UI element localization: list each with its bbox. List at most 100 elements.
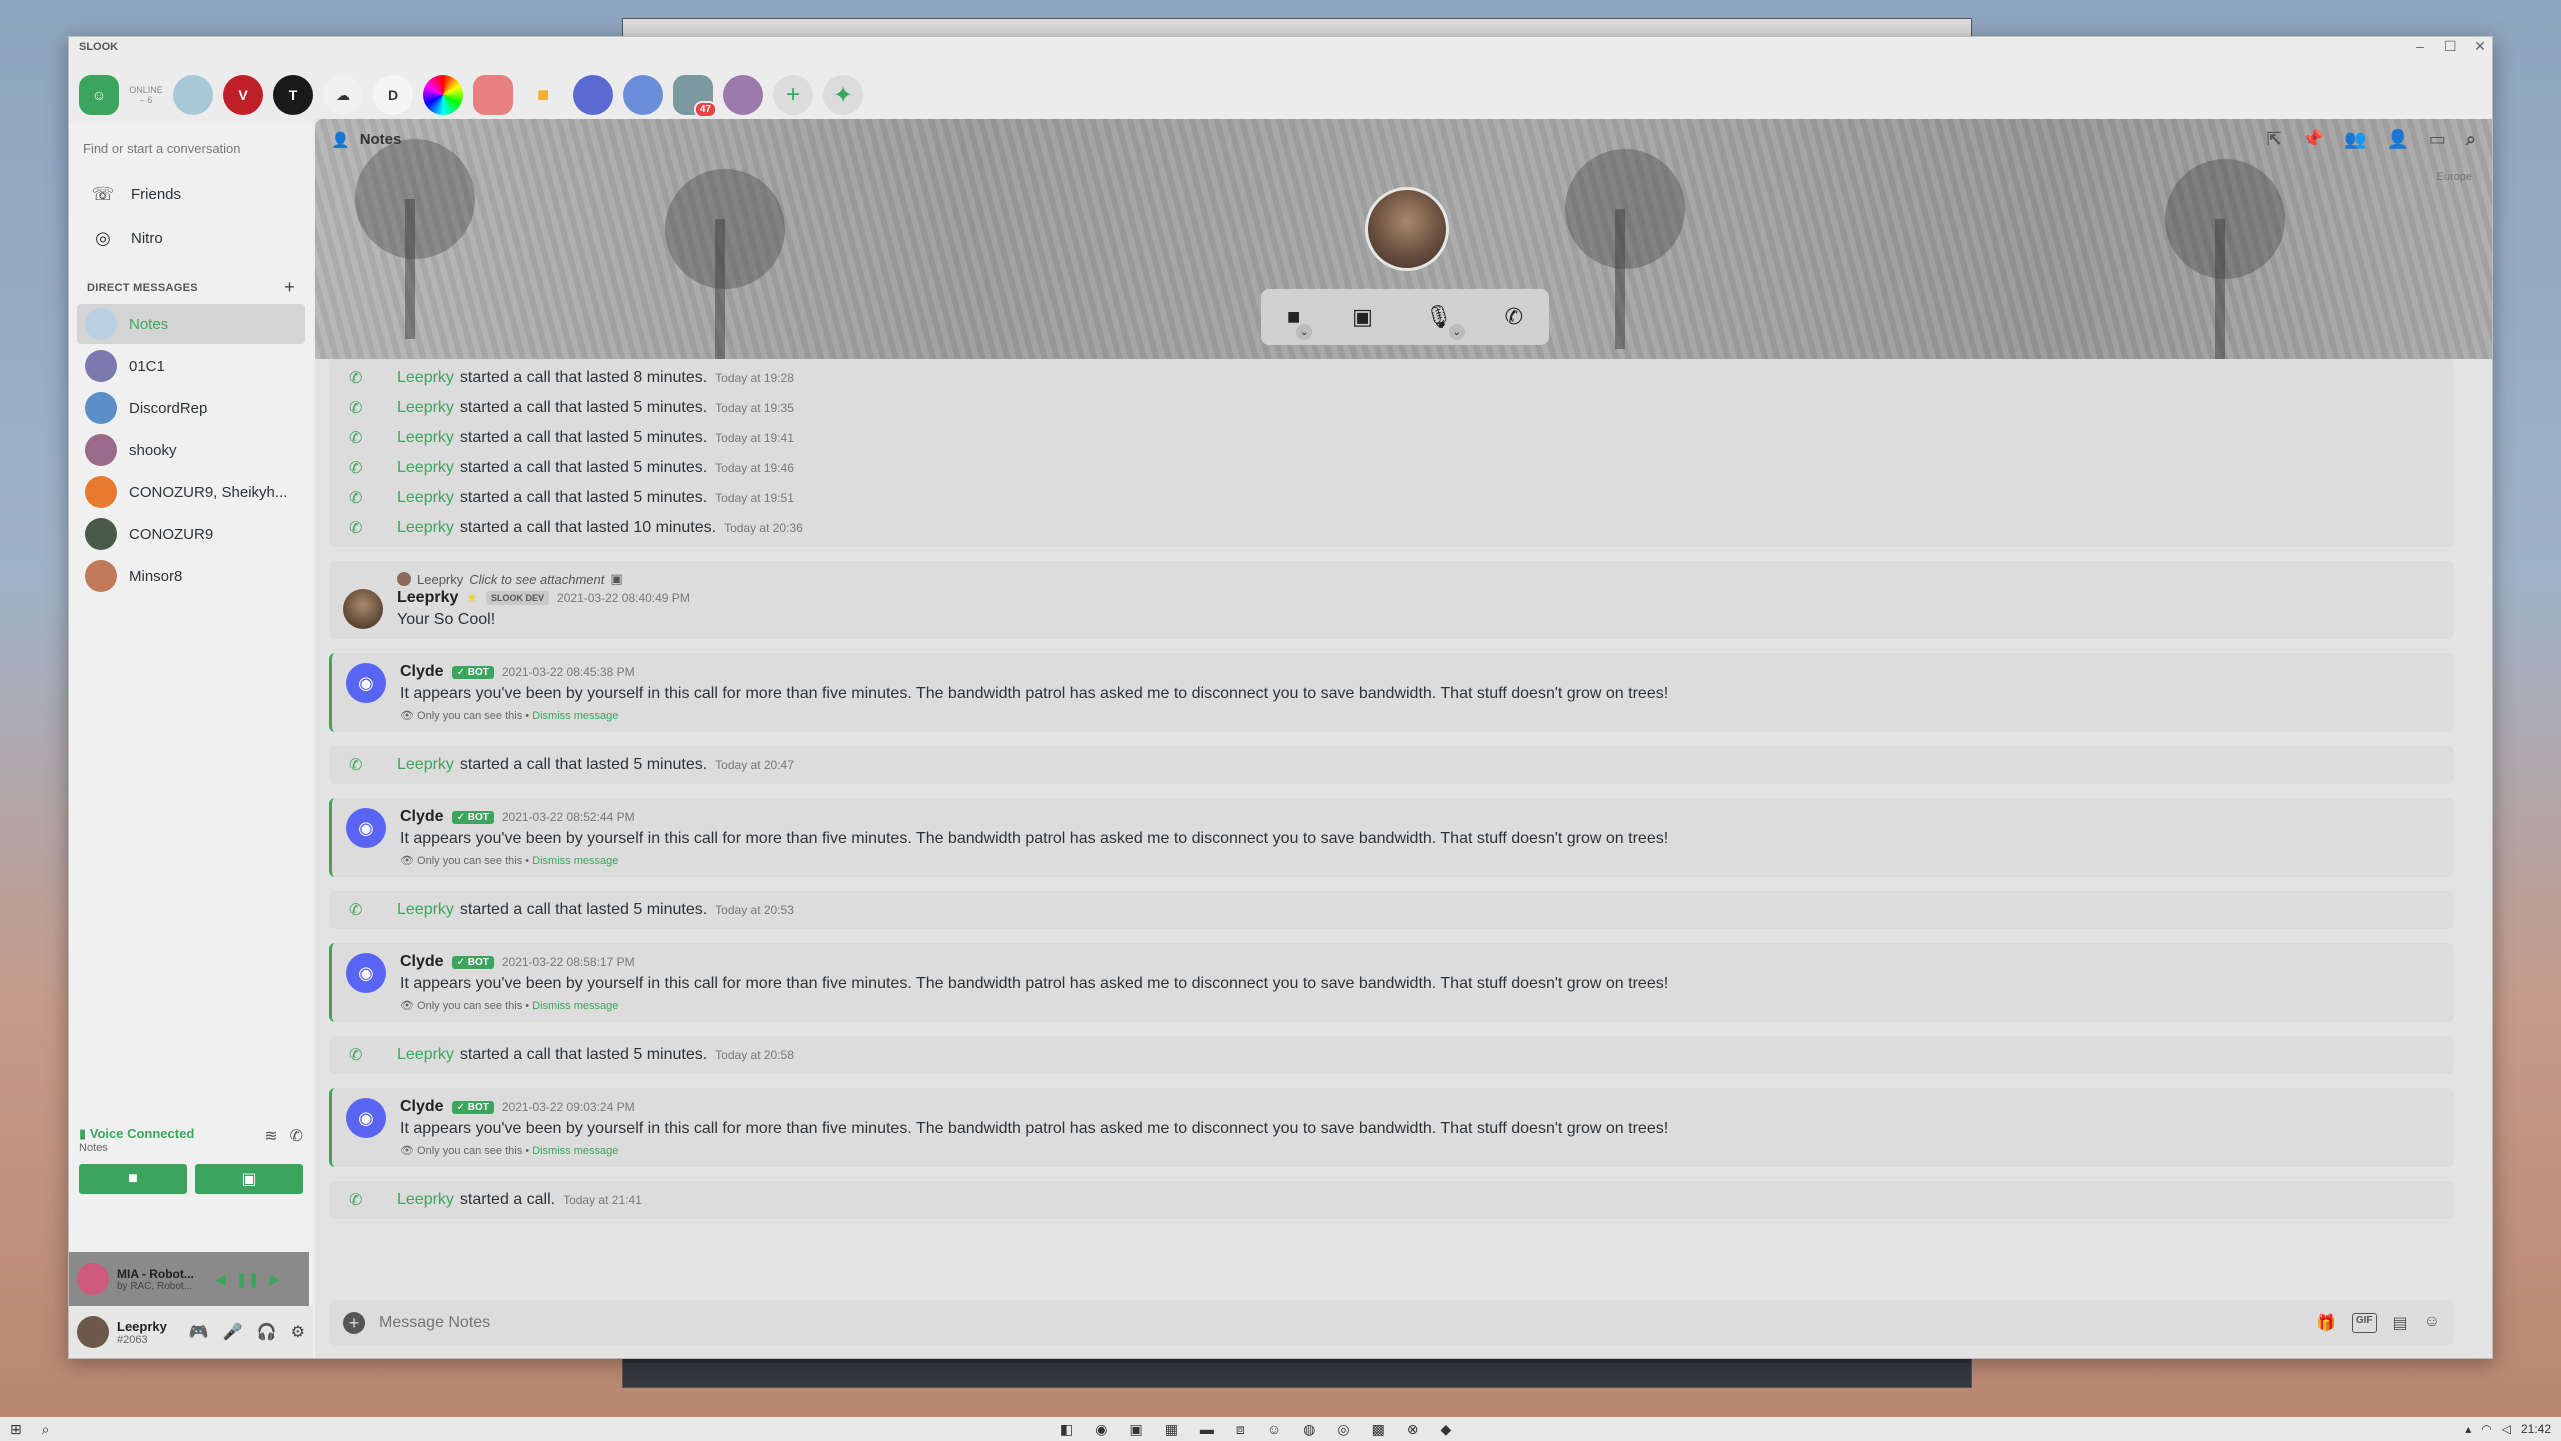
folder-icon[interactable]: ▬	[1200, 1421, 1214, 1438]
server-icon[interactable]	[573, 75, 613, 115]
minimize-button[interactable]: –	[2414, 38, 2426, 55]
reply-preview[interactable]: Leeprky Click to see attachment ▣	[397, 571, 2440, 587]
dismiss-link[interactable]: Dismiss message	[532, 710, 618, 722]
chevron-down-icon[interactable]: ⌄	[1296, 324, 1313, 340]
mute-button[interactable]: 🎙 ⌄	[1425, 304, 1465, 340]
caller-name[interactable]: Leeprky	[397, 459, 454, 477]
nav-nitro[interactable]: ◎ Nitro	[77, 217, 305, 259]
discord-icon[interactable]: ☺	[1267, 1421, 1281, 1438]
screen-share-button[interactable]: ▣	[1352, 304, 1373, 330]
dm-item-conozur9[interactable]: CONOZUR9	[77, 514, 305, 554]
pause-icon[interactable]: ❚❚	[236, 1271, 259, 1288]
message-author[interactable]: Clyde	[400, 1098, 444, 1116]
headphones-icon[interactable]: 🎧	[257, 1322, 277, 1342]
server-icon[interactable]: 47	[673, 75, 717, 118]
spotify-icon[interactable]: ◍	[1303, 1421, 1315, 1438]
user-avatar[interactable]	[77, 1316, 109, 1348]
edge-icon[interactable]: ◉	[1095, 1421, 1107, 1438]
folder-icon[interactable]: ■	[523, 75, 563, 115]
vscode-icon[interactable]: ◆	[1441, 1421, 1452, 1438]
clyde-avatar[interactable]: ◉	[346, 808, 386, 848]
add-server-button[interactable]: +	[773, 75, 813, 115]
server-icon[interactable]: ☁	[323, 75, 363, 115]
caller-name[interactable]: Leeprky	[397, 1046, 454, 1064]
app-icon[interactable]: ▣	[1129, 1421, 1142, 1438]
windows-start-icon[interactable]: ⊞	[10, 1421, 22, 1438]
message-author[interactable]: Clyde	[400, 953, 444, 971]
caller-name[interactable]: Leeprky	[397, 399, 454, 417]
noise-suppression-icon[interactable]: ≋	[264, 1126, 277, 1146]
message-author[interactable]: Clyde	[400, 808, 444, 826]
inbox-icon[interactable]: ▭	[2429, 129, 2446, 150]
message-input[interactable]	[379, 1314, 2302, 1332]
caller-name[interactable]: Leeprky	[397, 901, 454, 919]
caller-name[interactable]: Leeprky	[397, 369, 454, 387]
tray-icon[interactable]: ▴	[2465, 1422, 2471, 1436]
server-icon[interactable]: D	[373, 75, 413, 115]
home-button[interactable]: ☺	[79, 75, 119, 115]
server-icon[interactable]: V	[223, 75, 263, 115]
store-icon[interactable]: ⧈	[1236, 1421, 1245, 1438]
dm-item-group[interactable]: CONOZUR9, Sheikyh...	[77, 472, 305, 512]
close-button[interactable]: ✕	[2474, 38, 2486, 55]
gif-button[interactable]: GIF	[2351, 1313, 2377, 1333]
caller-name[interactable]: Leeprky	[397, 756, 454, 774]
clyde-avatar[interactable]: ◉	[346, 1098, 386, 1138]
explore-button[interactable]: ✦	[823, 75, 863, 115]
caller-name[interactable]: Leeprky	[397, 519, 454, 537]
server-icon[interactable]	[723, 75, 763, 115]
add-friend-icon[interactable]: 👥	[2344, 129, 2366, 150]
clyde-avatar[interactable]: ◉	[346, 953, 386, 993]
dm-item-discordrep[interactable]: DiscordRep	[77, 388, 305, 428]
clock[interactable]: 21:42	[2521, 1422, 2551, 1436]
create-dm-button[interactable]: +	[284, 277, 295, 298]
dismiss-link[interactable]: Dismiss message	[532, 1145, 618, 1157]
member-icon[interactable]: 👤	[2386, 129, 2408, 150]
screen-share-button[interactable]: ▣	[195, 1164, 303, 1194]
app-icon[interactable]: ◧	[1060, 1421, 1073, 1438]
gamepad-icon[interactable]: 🎮	[189, 1322, 209, 1342]
server-icon[interactable]: T	[273, 75, 313, 115]
avatar[interactable]	[343, 589, 383, 629]
explorer-icon[interactable]: ▦	[1165, 1421, 1178, 1438]
message-author[interactable]: Clyde	[400, 663, 444, 681]
minecraft-icon[interactable]: ▩	[1372, 1421, 1385, 1438]
steam-icon[interactable]: ◎	[1337, 1421, 1349, 1438]
volume-icon[interactable]: ◁	[2502, 1422, 2511, 1436]
dm-item-01c1[interactable]: 01C1	[77, 346, 305, 386]
caller-name[interactable]: Leeprky	[397, 489, 454, 507]
xbox-icon[interactable]: ⊗	[1407, 1421, 1419, 1438]
server-icon[interactable]	[423, 75, 463, 115]
upload-button[interactable]: +	[343, 1312, 365, 1334]
server-icon[interactable]	[173, 75, 213, 115]
previous-icon[interactable]: ◀	[215, 1271, 226, 1288]
maximize-button[interactable]: ☐	[2444, 38, 2457, 55]
voice-status[interactable]: ▮ Voice Connected	[79, 1126, 194, 1142]
microphone-icon[interactable]: 🎤	[223, 1322, 243, 1342]
nav-friends[interactable]: ☏ Friends	[77, 173, 305, 215]
search-icon[interactable]: ⌕	[42, 1421, 50, 1438]
emoji-icon[interactable]: ☺	[2424, 1313, 2440, 1333]
settings-icon[interactable]: ⚙	[291, 1322, 305, 1342]
camera-button[interactable]: ■ ⌄	[1287, 304, 1313, 340]
popout-icon[interactable]: ⇱	[2267, 129, 2282, 150]
gift-icon[interactable]: 🎁	[2316, 1313, 2336, 1333]
dm-item-minsor8[interactable]: Minsor8	[77, 556, 305, 596]
search-input[interactable]: Find or start a conversation	[79, 131, 303, 165]
message-author[interactable]: Leeprky	[397, 589, 458, 607]
dm-item-notes[interactable]: Notes	[77, 304, 305, 344]
dismiss-link[interactable]: Dismiss message	[532, 855, 618, 867]
clyde-avatar[interactable]: ◉	[346, 663, 386, 703]
caller-name[interactable]: Leeprky	[397, 429, 454, 447]
sticker-icon[interactable]: ▤	[2393, 1313, 2408, 1333]
pin-icon[interactable]: 📌	[2302, 129, 2324, 150]
caller-name[interactable]: Leeprky	[397, 1191, 454, 1209]
disconnect-icon[interactable]: ✆	[290, 1126, 303, 1146]
region-select[interactable]: Europe	[2437, 171, 2472, 183]
server-icon[interactable]	[473, 75, 513, 115]
chevron-down-icon[interactable]: ⌄	[1448, 324, 1465, 340]
wifi-icon[interactable]: ◠	[2481, 1422, 2491, 1436]
video-button[interactable]: ■	[79, 1164, 187, 1194]
search-icon[interactable]: ⌕	[2466, 129, 2476, 150]
dismiss-link[interactable]: Dismiss message	[532, 1000, 618, 1012]
